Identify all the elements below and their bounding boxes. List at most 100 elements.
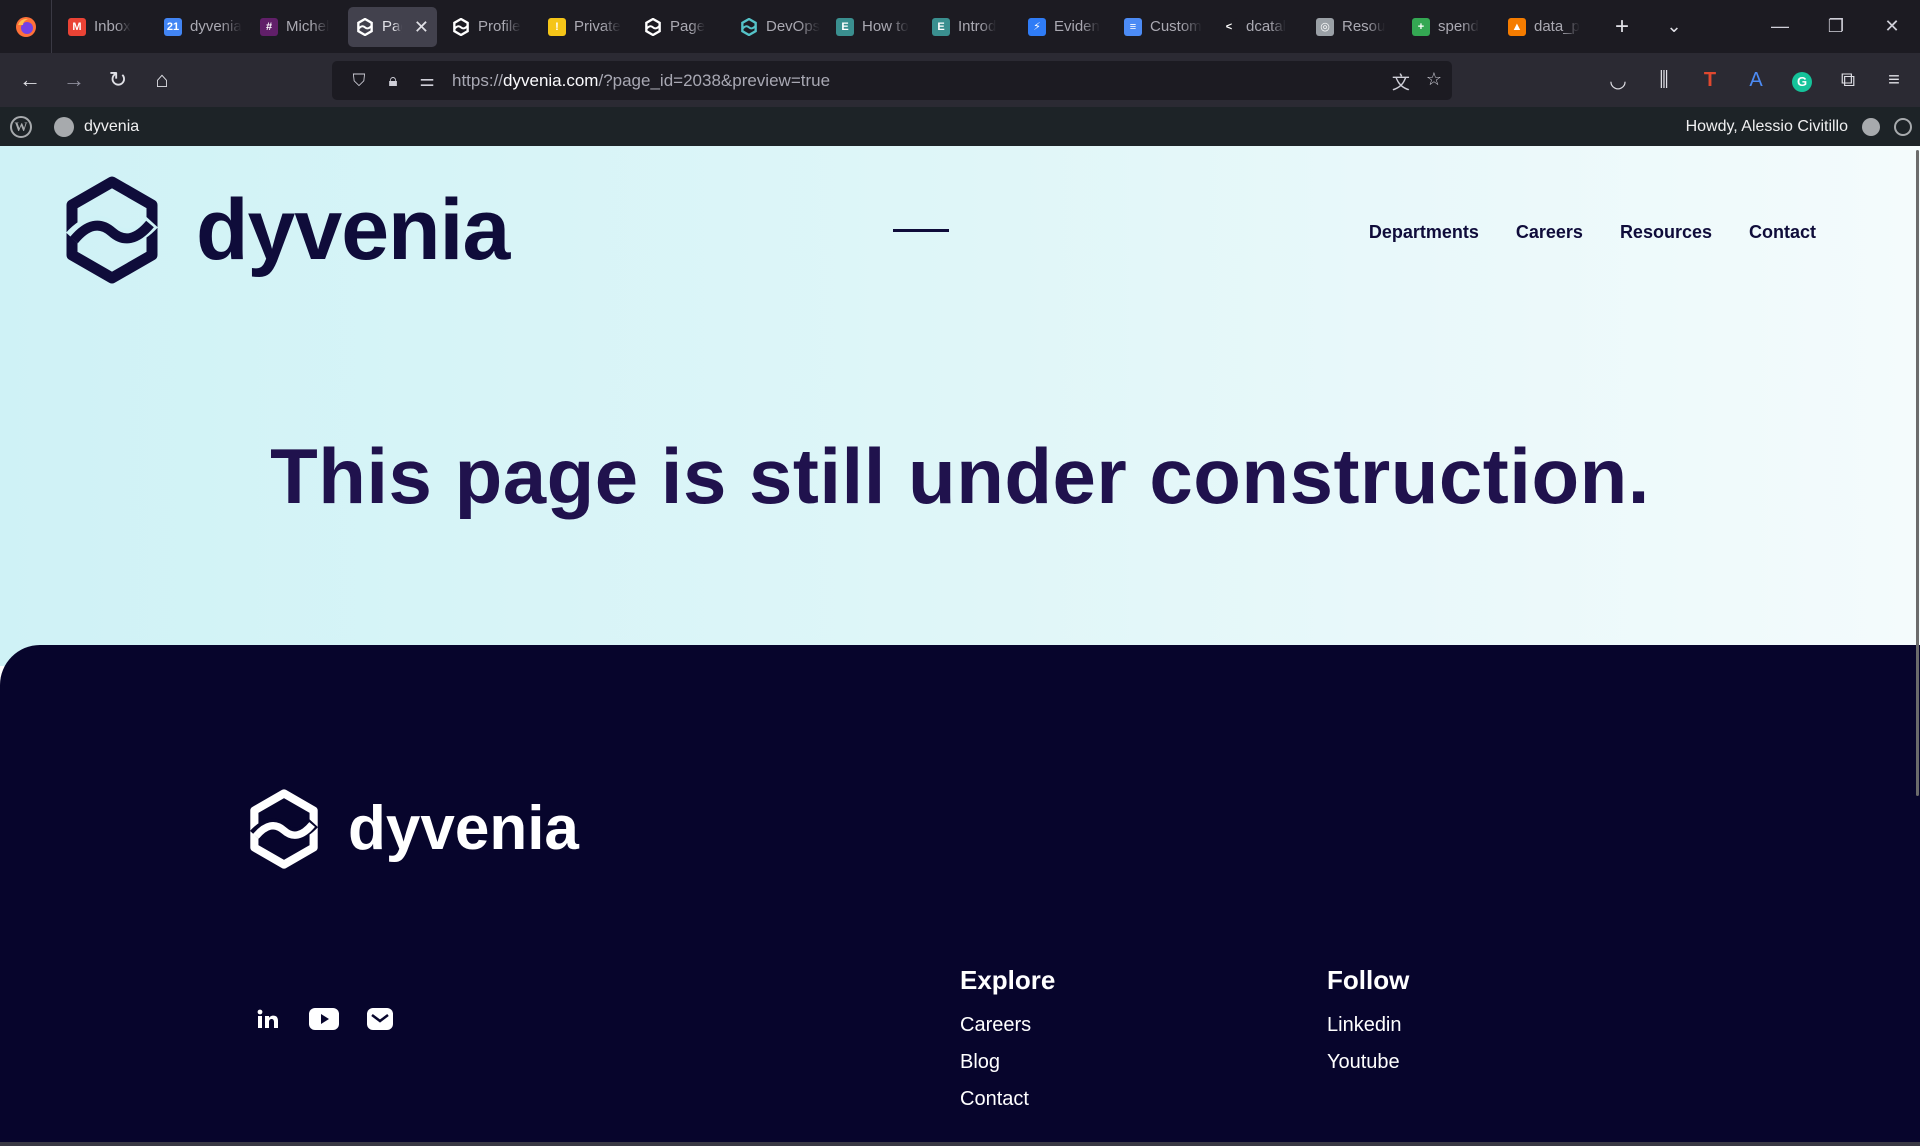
docs-icon: ≡ [1124, 17, 1142, 36]
footer-link-contact[interactable]: Contact [960, 1088, 1055, 1111]
extension-t-icon[interactable]: T [1696, 69, 1724, 92]
grammarly-icon[interactable]: G [1788, 69, 1816, 92]
e-icon: E [932, 17, 950, 36]
tab-label: spend [1438, 18, 1479, 35]
footer-follow-title: Follow [1327, 965, 1410, 995]
list-all-tabs-button[interactable]: ⌄ [1648, 16, 1700, 37]
browser-tab[interactable]: + spend [1404, 7, 1493, 47]
scrollbar-thumb[interactable] [1916, 150, 1919, 796]
browser-tab[interactable]: 21 dyvenia [156, 7, 245, 47]
chevron-icon: < [1220, 17, 1238, 36]
browser-tab[interactable]: Profile [444, 7, 533, 47]
bookmark-star-icon[interactable]: ☆ [1426, 69, 1442, 95]
extensions-puzzle-icon[interactable]: ⧉ [1834, 69, 1862, 92]
back-button[interactable]: ← [8, 60, 52, 100]
home-icon: ⌂ [155, 67, 169, 92]
footer-link-linkedin[interactable]: Linkedin [1327, 1014, 1409, 1037]
social-links [253, 1007, 395, 1031]
footer-link-youtube[interactable]: Youtube [1327, 1051, 1409, 1074]
nav-careers[interactable]: Careers [1516, 222, 1583, 243]
address-bar[interactable]: ⛉ 🔒︎ ⚌ https://dyvenia.com/?page_id=2038… [332, 61, 1452, 100]
reload-icon: ↻ [108, 67, 128, 92]
youtube-icon[interactable] [309, 1007, 339, 1031]
browser-tab[interactable]: ≡ Custom [1116, 7, 1205, 47]
tab-label: Inbox [94, 18, 131, 35]
tab-strip: M Inbox 21 dyvenia # Michel Page ✕ Profile ! Priva… [52, 0, 1596, 53]
browser-tab[interactable]: M Inbox [60, 7, 149, 47]
browser-tab[interactable]: ▲ data_p [1500, 7, 1589, 47]
tab-label: Eviden [1054, 18, 1100, 35]
firefox-menu-button[interactable] [0, 0, 52, 53]
tracking-shield-icon[interactable]: ⛉ [342, 71, 376, 91]
browser-tab[interactable]: ◎ Resou [1308, 7, 1397, 47]
minimize-button[interactable]: — [1752, 0, 1808, 53]
sheets-icon: + [1412, 17, 1430, 36]
close-window-button[interactable]: ✕ [1864, 0, 1920, 53]
calendar-icon: 21 [164, 17, 182, 36]
dyvenia-icon [740, 17, 758, 36]
nav-resources[interactable]: Resources [1620, 222, 1712, 243]
browser-tab[interactable]: DevOps [732, 7, 821, 47]
search-icon[interactable] [1894, 117, 1912, 136]
translate-icon[interactable]: ⽂ [1392, 69, 1410, 95]
tab-label: Resou [1342, 18, 1386, 35]
footer-brand-name: dyvenia [348, 794, 579, 863]
browser-tab[interactable]: ! Private [540, 7, 629, 47]
wp-site-name: dyvenia [84, 117, 140, 135]
openai-icon: ◎ [1316, 17, 1334, 36]
e-icon: E [836, 17, 854, 36]
tab-label: How to [862, 18, 909, 35]
tab-label: Custom [1150, 18, 1202, 35]
firefox-icon [15, 16, 36, 37]
main-menu: Departments Careers Resources Contact [1369, 222, 1816, 243]
tab-label: Introd [958, 18, 997, 35]
nav-contact[interactable]: Contact [1749, 222, 1816, 243]
pocket-icon[interactable]: ◡ [1604, 68, 1632, 93]
site-logo[interactable]: dyvenia [64, 176, 510, 284]
arrow-right-icon: → [63, 67, 85, 92]
footer-link-careers[interactable]: Careers [960, 1014, 1055, 1037]
library-icon[interactable]: ⫼ [1650, 69, 1678, 92]
page-scrollbar[interactable] [1912, 146, 1920, 1146]
bottom-edge [0, 1142, 1920, 1146]
new-tab-button[interactable]: + [1596, 13, 1648, 41]
restore-button[interactable]: ❐ [1808, 0, 1864, 53]
tab-label: Profile [478, 18, 521, 35]
permissions-icon[interactable]: ⚌ [410, 71, 444, 91]
browser-tab[interactable]: < dcatal [1212, 7, 1301, 47]
browser-tab[interactable]: E How to [828, 7, 917, 47]
footer-logo[interactable]: dyvenia [248, 789, 579, 869]
browser-tab[interactable]: E Introd [924, 7, 1013, 47]
window-controls: — ❐ ✕ [1752, 0, 1920, 53]
lock-icon[interactable]: 🔒︎ [376, 71, 410, 91]
footer-explore-title: Explore [960, 965, 1056, 995]
footer-link-blog[interactable]: Blog [960, 1051, 1055, 1074]
nav-departments[interactable]: Departments [1369, 222, 1479, 243]
url-text: https://dyvenia.com/?page_id=2038&previe… [452, 70, 831, 90]
wp-site-link[interactable]: dyvenia [54, 116, 140, 137]
restore-icon: ❐ [1827, 16, 1845, 36]
linkedin-icon[interactable] [253, 1007, 283, 1031]
tab-label: Michel [286, 18, 330, 35]
browser-tab[interactable]: ⚡ Eviden [1020, 7, 1109, 47]
browser-tab[interactable]: Page ✕ [348, 6, 437, 47]
app-menu-icon[interactable]: ≡ [1880, 69, 1908, 92]
browser-tab[interactable]: # Michel [252, 7, 341, 47]
dyvenia-icon [452, 17, 470, 36]
toolbar-right: ◡ ⫼ T A G ⧉ ≡ [1604, 53, 1908, 107]
browser-tab[interactable]: Page [636, 7, 725, 47]
forward-button[interactable]: → [52, 60, 96, 100]
translate-extension-icon[interactable]: A [1742, 69, 1770, 92]
home-button[interactable]: ⌂ [140, 60, 184, 100]
menu-divider [893, 229, 949, 232]
reload-button[interactable]: ↻ [96, 60, 140, 100]
plus-icon: + [1614, 12, 1629, 40]
email-icon[interactable] [365, 1007, 395, 1031]
user-avatar-icon[interactable] [1862, 117, 1880, 136]
tab-label: Page [382, 18, 402, 35]
wp-greeting[interactable]: Howdy, Alessio Civitillo [1686, 118, 1848, 136]
wordpress-icon[interactable]: W [10, 115, 32, 138]
close-tab-icon[interactable]: ✕ [414, 17, 429, 38]
tab-label: dyvenia [190, 18, 242, 35]
shield-icon: ! [548, 17, 566, 36]
